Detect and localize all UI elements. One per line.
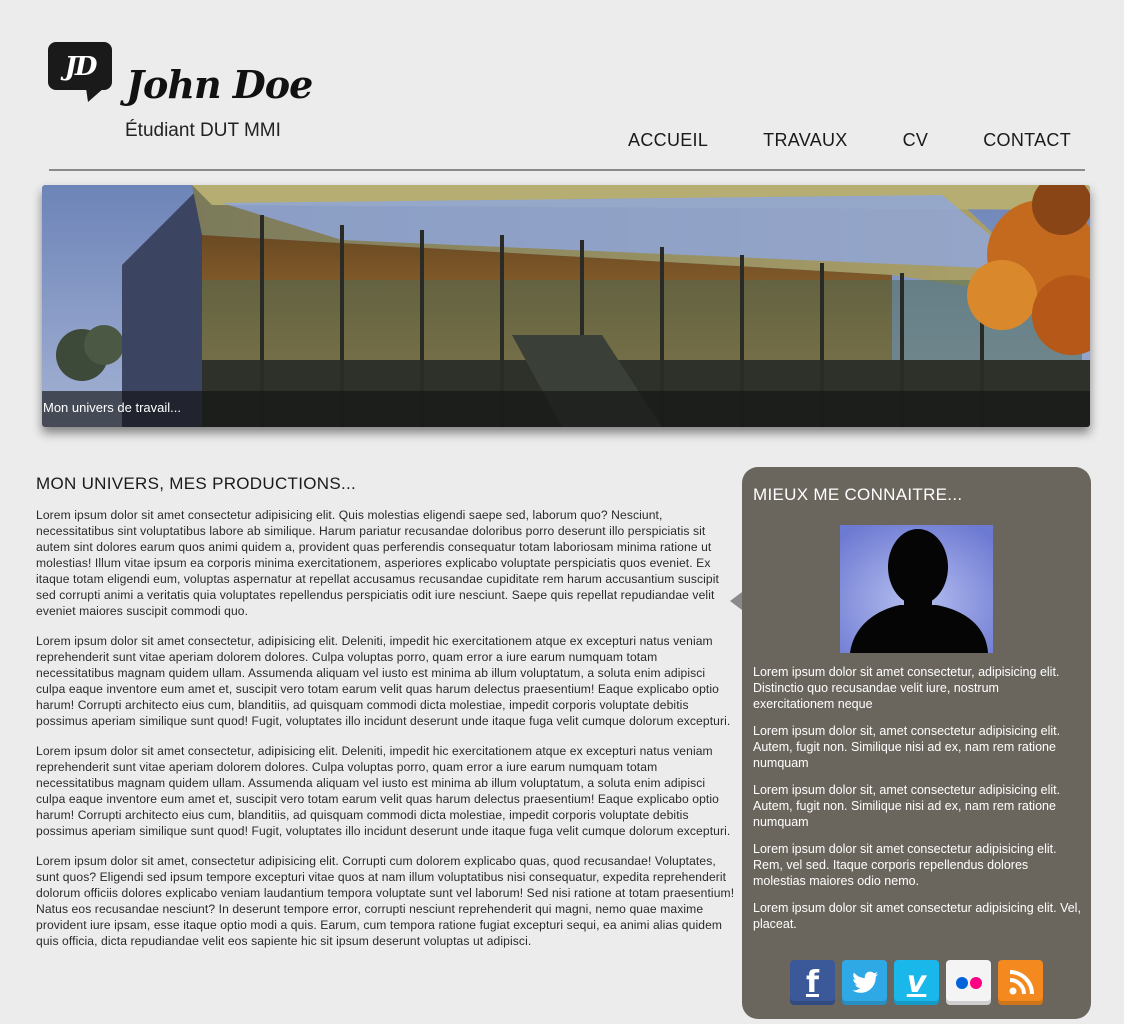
nav-item-travaux[interactable]: TRAVAUX bbox=[763, 130, 847, 151]
site-name[interactable]: John Doe bbox=[126, 62, 313, 107]
sidebar-paragraph: Lorem ipsum dolor sit amet consectetur a… bbox=[753, 901, 1081, 931]
vimeo-icon[interactable]: v bbox=[894, 960, 939, 1005]
facebook-icon[interactable]: f bbox=[790, 960, 835, 1005]
paragraph: Lorem ipsum dolor sit amet consectetur, … bbox=[36, 744, 731, 838]
twitter-icon[interactable] bbox=[842, 960, 887, 1005]
sidebar: MIEUX ME CONNAITRE... Lorem ipsum dolor … bbox=[742, 467, 1091, 1019]
sidebar-text: Lorem ipsum dolor sit amet consectetur, … bbox=[753, 664, 1083, 943]
flickr-icon[interactable] bbox=[946, 960, 991, 1005]
nav-item-contact[interactable]: CONTACT bbox=[983, 130, 1071, 151]
sidebar-paragraph: Lorem ipsum dolor sit amet consectetur a… bbox=[753, 842, 1057, 888]
logo-initials: JD bbox=[64, 52, 98, 82]
paragraph: Lorem ipsum dolor sit amet consectetur, … bbox=[36, 634, 731, 728]
main-content: MON UNIVERS, MES PRODUCTIONS... Lorem ip… bbox=[36, 474, 736, 963]
profile-silhouette-icon bbox=[840, 525, 993, 653]
hero-banner: Mon univers de travail... bbox=[42, 185, 1090, 427]
paragraph: Lorem ipsum dolor sit amet, consectetur … bbox=[36, 854, 735, 948]
sidebar-paragraph: Lorem ipsum dolor sit amet consectetur, … bbox=[753, 665, 1060, 711]
sidebar-title: MIEUX ME CONNAITRE... bbox=[753, 485, 963, 504]
rss-icon[interactable] bbox=[998, 960, 1043, 1005]
main-nav: ACCUEIL TRAVAUX CV CONTACT bbox=[573, 130, 1071, 151]
avatar bbox=[840, 525, 993, 653]
logo[interactable]: JD bbox=[48, 42, 112, 102]
header-divider bbox=[49, 169, 1085, 171]
site-subtitle: Étudiant DUT MMI bbox=[125, 120, 281, 141]
section-title: MON UNIVERS, MES PRODUCTIONS... bbox=[36, 474, 357, 493]
social-links: f v bbox=[790, 960, 1043, 1005]
banner-caption: Mon univers de travail... bbox=[42, 391, 1090, 427]
nav-item-accueil[interactable]: ACCUEIL bbox=[628, 130, 708, 151]
nav-item-cv[interactable]: CV bbox=[903, 130, 929, 151]
sidebar-paragraph: Lorem ipsum dolor sit, amet consectetur … bbox=[753, 783, 1061, 829]
paragraph: Lorem ipsum dolor sit amet consectetur a… bbox=[36, 508, 719, 618]
sidebar-paragraph: Lorem ipsum dolor sit, amet consectetur … bbox=[753, 724, 1061, 770]
sidebar-pointer bbox=[730, 592, 742, 610]
